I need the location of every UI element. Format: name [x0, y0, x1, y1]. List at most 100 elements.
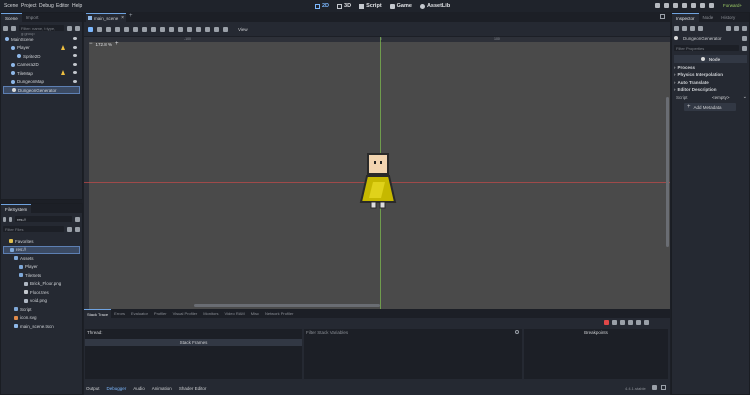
sort-icon[interactable] — [75, 226, 80, 232]
filesystem-item[interactable]: res:// — [3, 245, 80, 254]
filesystem-item[interactable]: icon.svg — [3, 314, 80, 322]
script-property-value[interactable]: <empty> — [712, 95, 743, 100]
bottom-tab[interactable]: Debugger — [107, 386, 127, 391]
selectable-list-icon[interactable] — [124, 26, 129, 32]
warning-icon[interactable] — [61, 70, 65, 75]
viewport-canvas[interactable]: -100 0 100 − 172.8 % + — [84, 37, 670, 309]
vertical-scrollbar[interactable] — [666, 97, 669, 247]
break-icon[interactable] — [604, 320, 609, 325]
camera-override-icon[interactable] — [214, 26, 219, 32]
scene-tree-item[interactable]: TileMap — [3, 69, 80, 77]
horizontal-scrollbar[interactable] — [194, 304, 380, 307]
filesystem-item[interactable]: Assets — [3, 254, 80, 262]
bottom-tab[interactable]: Output — [86, 386, 100, 391]
add-node-icon[interactable] — [3, 25, 8, 31]
grid-snap-icon[interactable] — [169, 26, 174, 32]
debugger-tab[interactable]: Evaluator — [128, 309, 151, 318]
zoom-in-icon[interactable]: + — [115, 41, 119, 47]
menu-scene[interactable]: Scene — [4, 3, 18, 9]
visibility-eye-icon[interactable] — [73, 54, 77, 57]
scene-tree-item[interactable]: Player — [3, 44, 80, 52]
property-filter-input[interactable]: Filter Properties — [674, 45, 739, 51]
screen-assetlib-button[interactable]: AssetLib — [419, 2, 450, 10]
viewport-options-icon[interactable] — [223, 26, 228, 32]
visibility-eye-icon[interactable] — [73, 37, 77, 40]
object-history-icon[interactable] — [742, 25, 747, 31]
filesystem-path-input[interactable]: res:// — [15, 216, 72, 222]
menu-help[interactable]: Help — [72, 3, 82, 9]
select-tool-icon[interactable] — [88, 26, 93, 32]
screen-game-button[interactable]: Game — [389, 2, 412, 10]
filesystem-item[interactable]: Player — [3, 263, 80, 271]
zoom-out-icon[interactable]: − — [89, 41, 93, 47]
search-icon[interactable] — [67, 226, 72, 232]
distraction-free-icon[interactable] — [660, 14, 665, 19]
scene-tree-item[interactable]: DungeonMap — [3, 78, 80, 86]
debugger-tab[interactable]: Monitors — [200, 309, 221, 318]
forward-icon[interactable] — [9, 216, 12, 222]
screen-2d-button[interactable]: 2D — [315, 2, 329, 10]
tab-history[interactable]: History — [717, 13, 739, 22]
tab-filesystem[interactable]: FileSystem — [1, 204, 32, 213]
debugger-tab[interactable]: Errors — [111, 309, 128, 318]
remote-debug-icon[interactable] — [682, 3, 687, 8]
pivot-tool-icon[interactable] — [133, 26, 138, 32]
attach-script-icon[interactable] — [67, 25, 72, 31]
add-metadata-button[interactable]: + Add Metadata — [684, 103, 736, 111]
save-resource-icon[interactable] — [690, 25, 695, 31]
debugger-tab[interactable]: Misc — [248, 309, 262, 318]
expand-panel-icon[interactable] — [661, 385, 666, 390]
close-tab-icon[interactable]: × — [121, 15, 124, 21]
load-resource-icon[interactable] — [682, 25, 687, 31]
zoom-level[interactable]: 172.8 % — [96, 42, 113, 47]
stop-icon[interactable] — [673, 3, 678, 8]
renderer-selector[interactable]: Forward+ — [723, 3, 742, 8]
play-icon[interactable] — [655, 3, 660, 8]
bottom-tab[interactable]: Audio — [133, 386, 145, 391]
pause-icon[interactable] — [664, 3, 669, 8]
variables-filter-input[interactable]: Filter Stack Variables — [306, 330, 348, 335]
filesystem-filter-input[interactable]: Filter Files — [3, 226, 64, 232]
continue-icon[interactable] — [636, 320, 641, 325]
snap-icon[interactable] — [160, 26, 165, 32]
property-filter-menu-icon[interactable] — [742, 45, 747, 51]
skeleton-icon[interactable] — [205, 26, 210, 32]
visibility-eye-icon[interactable] — [73, 71, 77, 74]
scene-tree-item[interactable]: Camera2D — [3, 61, 80, 69]
bottom-tab[interactable]: Shader Editor — [179, 386, 207, 391]
debugger-tab[interactable]: Stack Trace — [84, 309, 112, 318]
visibility-eye-icon[interactable] — [73, 62, 77, 66]
lock-icon[interactable] — [187, 26, 192, 32]
visibility-eye-icon[interactable] — [73, 79, 77, 83]
extra-menu-icon[interactable] — [698, 25, 703, 31]
filesystem-item[interactable]: Script — [3, 305, 80, 313]
pin-icon[interactable] — [652, 385, 657, 390]
copy-error-icon[interactable] — [612, 320, 617, 325]
screen-script-button[interactable]: Script — [359, 2, 382, 10]
scene-tree-item[interactable]: Sprite2D — [3, 52, 80, 60]
warning-icon[interactable] — [61, 44, 65, 50]
step-into-icon[interactable] — [620, 320, 625, 325]
split-mode-icon[interactable] — [75, 216, 80, 222]
scene-tree-item[interactable]: MainScene — [3, 35, 80, 43]
tab-inspector[interactable]: Inspector — [672, 13, 699, 22]
debugger-tab[interactable]: Video RAM — [222, 309, 248, 318]
debugger-tab[interactable]: Network Profiler — [262, 309, 296, 318]
movie-maker-icon[interactable] — [709, 3, 714, 8]
debugger-tab[interactable]: Profiler — [151, 309, 170, 318]
filesystem-item[interactable]: Floor.tres — [3, 288, 80, 296]
instance-scene-icon[interactable] — [11, 25, 16, 31]
filesystem-item[interactable]: Brick_Floor.png — [3, 280, 80, 288]
chevron-down-icon[interactable]: ⌄ — [743, 94, 747, 100]
view-menu[interactable]: View — [238, 27, 248, 32]
play-scene-icon[interactable] — [691, 3, 696, 8]
filesystem-item[interactable]: Favorites — [3, 237, 80, 245]
menu-debug[interactable]: Debug — [39, 3, 54, 9]
scene-filter-input[interactable]: Filter: name, t:type, g:group — [19, 25, 64, 36]
player-sprite[interactable] — [359, 152, 399, 212]
tab-node[interactable]: Node — [699, 13, 718, 22]
scene-tree-item[interactable]: DungeonGenerator — [3, 86, 80, 94]
bottom-tab[interactable]: Animation — [152, 386, 172, 391]
ruler-tool-icon[interactable] — [151, 26, 156, 32]
group-icon[interactable] — [196, 26, 201, 32]
